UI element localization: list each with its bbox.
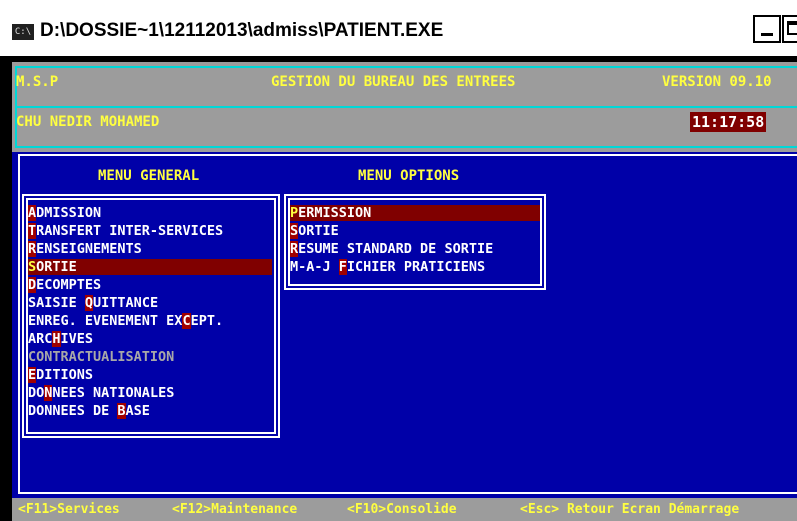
app-title: GESTION DU BUREAU DES ENTREES [271,74,516,90]
menu-options-item[interactable]: PERMISSION [290,205,540,221]
hotkey-letter: Q [84,295,94,311]
menu-options-title: MENU OPTIONS [358,168,460,184]
maximize-button[interactable] [782,15,797,43]
menu-general-item[interactable]: DONNEES NATIONALES [28,385,272,401]
hotkey-letter: T [28,223,37,239]
menu-general-item[interactable]: ENREG. EVENEMENT EXCEPT. [28,313,272,329]
menu-general-item[interactable]: SAISIE QUITTANCE [28,295,272,311]
console-app-icon: C:\ [12,24,34,40]
menu-general-item[interactable]: TRANSFERT INTER-SERVICES [28,223,272,239]
menu-options-item[interactable]: RESUME STANDARD DE SORTIE [290,241,540,257]
hotkey-letter: P [290,205,299,221]
menu-general-item[interactable]: SORTIE [28,259,272,275]
menu-general-item[interactable]: RENSEIGNEMENTS [28,241,272,257]
hotkey-letter: S [28,259,37,275]
ministry-label: M.S.P [16,74,59,90]
hospital-name: CHU NEDIR MOHAMED [16,114,160,130]
hotkey-letter: A [28,205,37,221]
menu-general-title: MENU GENERAL [98,168,200,184]
version-label: VERSION 09.10 [662,74,772,90]
f12-maintenance-key[interactable]: <F12>Maintenance [172,502,297,517]
menu-general-item[interactable]: EDITIONS [28,367,272,383]
menu-general-item[interactable]: ADMISSION [28,205,272,221]
menu-general-item[interactable]: CONTRACTUALISATION [28,349,272,365]
menu-options-item[interactable]: SORTIE [290,223,540,239]
f10-consolide-key[interactable]: <F10>Consolide [347,502,457,517]
f11-services-key[interactable]: <F11>Services [18,502,120,517]
header-separator [15,106,797,108]
hotkey-letter: F [338,259,347,275]
hotkey-letter: E [28,367,37,383]
hotkey-letter: C [182,313,191,329]
esc-return-key[interactable]: <Esc> Retour Ecran Démarrage [520,502,739,517]
minimize-button[interactable] [753,15,781,43]
menu-general-item[interactable]: DONNEES DE BASE [28,403,272,419]
clock: 11:17:58 [690,112,767,132]
hotkey-letter: R [28,241,37,257]
window-titlebar[interactable]: C:\ D:\DOSSIE~1\12112013\admiss\PATIENT.… [0,0,797,56]
menu-general-item[interactable]: DECOMPTES [28,277,272,293]
hotkey-letter: H [52,331,61,347]
window-title: D:\DOSSIE~1\12112013\admiss\PATIENT.EXE [40,20,444,41]
menu-options-item[interactable]: M-A-J FICHIER PRATICIENS [290,259,540,275]
menu-general-item[interactable]: ARCHIVES [28,331,272,347]
hotkey-letter: S [290,223,299,239]
hotkey-letter: B [117,403,126,419]
hotkey-letter: N [44,385,53,401]
hotkey-letter: R [290,241,299,257]
hotkey-letter: D [28,277,37,293]
